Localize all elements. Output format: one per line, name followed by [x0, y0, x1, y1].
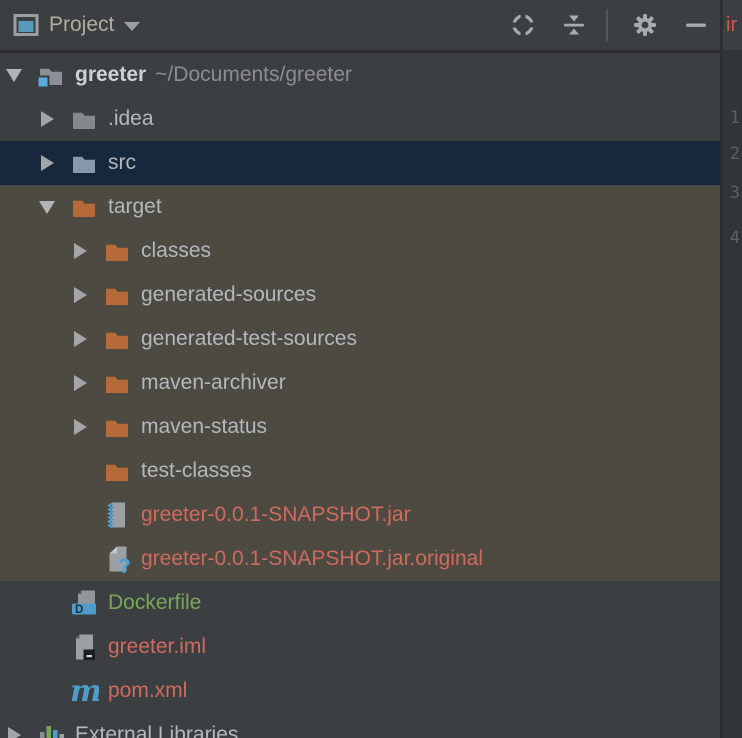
collapse-arrow-icon[interactable] [39, 185, 69, 229]
toolbar-separator [606, 9, 608, 41]
svg-text:D: D [75, 604, 83, 616]
editor-tab-fragment[interactable]: ir [723, 0, 742, 50]
expand-arrow-icon[interactable] [72, 229, 102, 273]
line-number: 4 [730, 228, 740, 248]
expand-arrow-icon[interactable] [72, 273, 102, 317]
excluded-folder-icon [69, 192, 99, 222]
settings-gear-icon[interactable] [631, 11, 659, 39]
collapse-arrow-icon[interactable] [6, 53, 36, 97]
unknown-file-icon: ? [102, 544, 132, 574]
tree-row-label: generated-test-sources [141, 327, 357, 351]
tree-row-label: Dockerfile [108, 591, 201, 615]
expand-arrow-icon[interactable] [72, 405, 102, 449]
tree-row[interactable]: greeter.iml [0, 625, 720, 669]
collapse-all-icon[interactable] [560, 11, 588, 39]
expand-arrow-icon [72, 493, 102, 537]
excluded-folder-icon [102, 456, 132, 486]
chevron-down-icon[interactable] [124, 22, 140, 31]
expand-arrow-icon[interactable] [39, 141, 69, 185]
project-view-title[interactable]: Project [49, 13, 114, 37]
tree-row-label: greeter-0.0.1-SNAPSHOT.jar.original [141, 547, 483, 571]
expand-arrow-icon [72, 537, 102, 581]
expand-arrow-icon [39, 581, 69, 625]
tree-row[interactable]: test-classes [0, 449, 720, 493]
tree-row-label: target [108, 195, 162, 219]
excluded-folder-icon [102, 236, 132, 266]
tree-row[interactable]: ? greeter-0.0.1-SNAPSHOT.jar.original [0, 537, 720, 581]
tree-row[interactable]: target [0, 185, 720, 229]
tree-row-label: External Libraries [75, 723, 238, 738]
docker-file-icon: D [69, 588, 99, 618]
tree-row[interactable]: classes [0, 229, 720, 273]
tree-row[interactable]: maven-archiver [0, 361, 720, 405]
jar-archive-icon [102, 500, 132, 530]
editor-strip: ir 1 2 3 4 [723, 0, 742, 738]
svg-text:?: ? [118, 555, 131, 574]
tree-row[interactable]: D Dockerfile [0, 581, 720, 625]
tree-row-label: pom.xml [108, 679, 187, 703]
excluded-folder-icon [102, 368, 132, 398]
expand-arrow-icon[interactable] [72, 361, 102, 405]
line-number: 2 [730, 144, 740, 164]
tree-row[interactable]: m pom.xml [0, 669, 720, 713]
project-folder-icon [36, 60, 66, 90]
maven-file-icon: m [69, 676, 99, 706]
tree-row-label: src [108, 151, 136, 175]
tree-row[interactable]: maven-status [0, 405, 720, 449]
module-file-icon [69, 632, 99, 662]
excluded-folder-icon [102, 412, 132, 442]
expand-arrow-icon [39, 625, 69, 669]
tree-row-label: greeter.iml [108, 635, 206, 659]
project-tool-window-icon [12, 11, 40, 39]
tree-row-label: generated-sources [141, 283, 316, 307]
tree-row-label: maven-status [141, 415, 267, 439]
line-number: 3 [730, 183, 740, 203]
editor-gutter: 1 2 3 4 [723, 50, 742, 738]
source-folder-icon [69, 148, 99, 178]
tree-row[interactable]: generated-test-sources [0, 317, 720, 361]
line-number: 1 [730, 108, 740, 128]
svg-text:m: m [70, 676, 99, 706]
tree-row-label: classes [141, 239, 211, 263]
project-tree: greeter ~/Documents/greeter .idea src ta… [0, 53, 720, 738]
tree-row[interactable]: src [0, 141, 720, 185]
tree-row[interactable]: greeter ~/Documents/greeter [0, 53, 720, 97]
project-toolbar [486, 9, 710, 41]
tree-row-label: maven-archiver [141, 371, 286, 395]
folder-icon [69, 104, 99, 134]
expand-arrow-icon[interactable] [6, 713, 36, 738]
tree-row-label: .idea [108, 107, 154, 131]
excluded-folder-icon [102, 324, 132, 354]
expand-arrow-icon[interactable] [72, 317, 102, 361]
external-libraries-icon [36, 720, 66, 738]
tree-row[interactable]: greeter-0.0.1-SNAPSHOT.jar [0, 493, 720, 537]
tree-row-label: greeter [75, 63, 146, 87]
expand-arrow-icon [72, 449, 102, 493]
project-panel-header: Project [0, 0, 720, 50]
tree-row-label: test-classes [141, 459, 252, 483]
expand-arrow-icon[interactable] [39, 97, 69, 141]
tree-row[interactable]: External Libraries [0, 713, 720, 738]
minimize-icon[interactable] [682, 11, 710, 39]
tree-row[interactable]: .idea [0, 97, 720, 141]
tree-row-label: greeter-0.0.1-SNAPSHOT.jar [141, 503, 411, 527]
locate-icon[interactable] [509, 11, 537, 39]
excluded-folder-icon [102, 280, 132, 310]
tree-row-path: ~/Documents/greeter [155, 63, 352, 87]
expand-arrow-icon [39, 669, 69, 713]
tree-row[interactable]: generated-sources [0, 273, 720, 317]
